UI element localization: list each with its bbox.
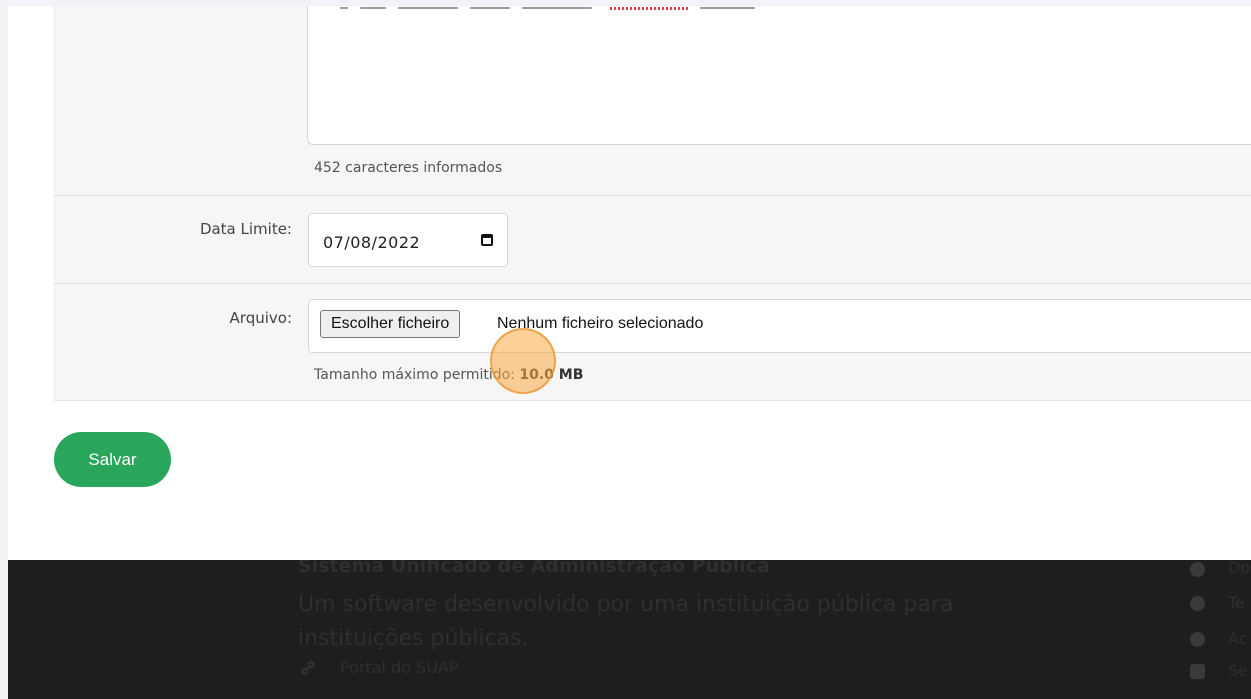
save-button[interactable]: Salvar xyxy=(54,432,171,487)
choose-file-button[interactable]: Escolher ficheiro xyxy=(320,310,461,338)
footer-right-link[interactable]: Se xyxy=(1228,661,1248,680)
row-divider xyxy=(55,195,1251,196)
date-label: Data Limite: xyxy=(199,220,292,238)
page-viewport: 452 caracteres informados Data Limite: 0… xyxy=(8,6,1251,699)
sign-in-icon xyxy=(1190,664,1205,679)
spellcheck-underline xyxy=(610,7,690,10)
link-icon xyxy=(301,661,315,675)
textarea-text-fragment xyxy=(340,6,760,10)
row-divider xyxy=(55,283,1251,284)
footer-description: Um software desenvolvido por uma institu… xyxy=(298,592,954,651)
date-value: 07/08/2022 xyxy=(323,233,421,252)
date-limit-input[interactable]: 07/08/2022 xyxy=(308,213,508,267)
file-label: Arquivo: xyxy=(229,309,292,327)
calendar-icon[interactable] xyxy=(481,234,493,246)
info-icon xyxy=(1190,562,1205,577)
description-textarea[interactable] xyxy=(307,6,1251,145)
footer-title: Sistema Unificado de Administração Públi… xyxy=(298,560,770,577)
char-count: 452 caracteres informados xyxy=(314,160,503,176)
click-indicator xyxy=(490,328,556,394)
file-size-hint-prefix: Tamanho máximo permitido: xyxy=(314,367,515,383)
accessibility-icon xyxy=(1190,632,1205,647)
footer-right-link[interactable]: Ac xyxy=(1228,629,1247,648)
file-input[interactable]: Escolher ficheiro Nenhum ficheiro seleci… xyxy=(308,299,1251,353)
portal-suap-link[interactable]: Portal do SUAP xyxy=(340,658,459,677)
palette-icon xyxy=(1190,596,1205,611)
footer-right-link[interactable]: Do xyxy=(1228,560,1250,577)
footer-right-link[interactable]: Te xyxy=(1228,593,1245,612)
footer: Sistema Unificado de Administração Públi… xyxy=(8,560,1251,699)
form-panel: 452 caracteres informados Data Limite: 0… xyxy=(54,6,1251,401)
